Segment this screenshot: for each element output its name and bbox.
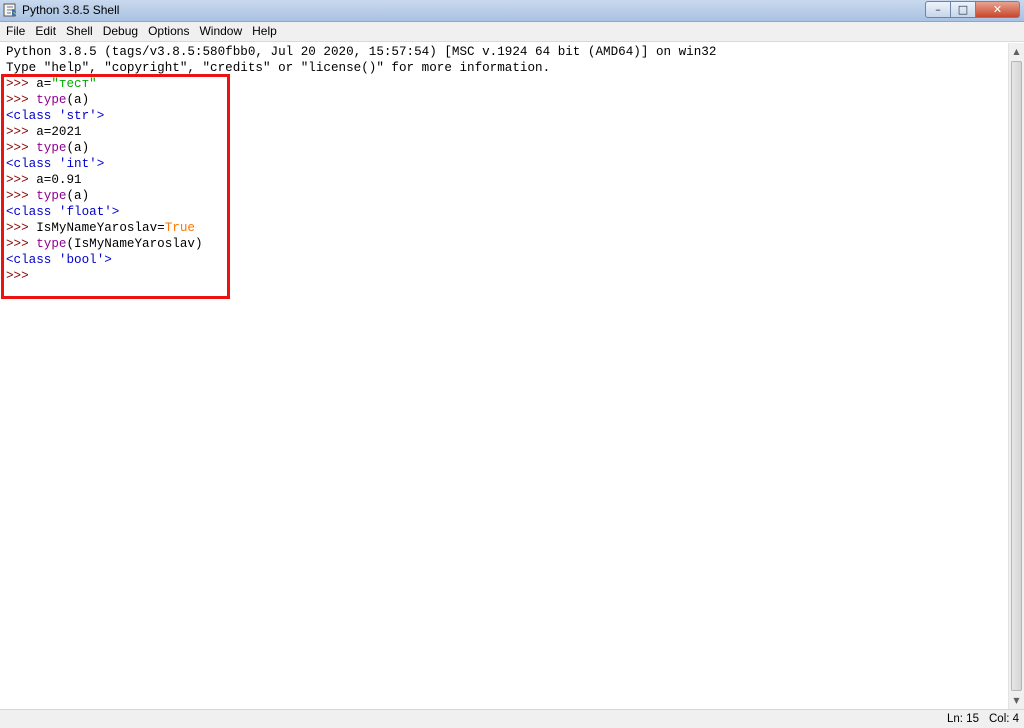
menu-file[interactable]: File xyxy=(0,22,30,41)
highlight-box xyxy=(1,74,230,299)
title-bar[interactable]: Python 3.8.5 Shell – □ ✕ xyxy=(0,0,1024,22)
menu-options[interactable]: Options xyxy=(143,22,194,41)
close-button[interactable]: ✕ xyxy=(976,1,1020,18)
banner-line: Python 3.8.5 (tags/v3.8.5:580fbb0, Jul 2… xyxy=(6,45,717,59)
status-col: Col: 4 xyxy=(989,713,1020,725)
menu-window[interactable]: Window xyxy=(194,22,247,41)
menu-edit[interactable]: Edit xyxy=(30,22,61,41)
python-idle-icon xyxy=(3,3,16,17)
arrow-up-icon[interactable]: ▲ xyxy=(1009,43,1024,60)
menu-bar: File Edit Shell Debug Options Window Hel… xyxy=(0,22,1024,42)
status-line: Ln: 15 xyxy=(947,713,979,725)
status-bar: Ln: 15 Col: 4 xyxy=(0,709,1024,728)
scrollbar-thumb[interactable] xyxy=(1011,61,1022,691)
menu-help[interactable]: Help xyxy=(247,22,282,41)
window-controls: – □ ✕ xyxy=(925,1,1020,18)
maximize-button[interactable]: □ xyxy=(951,1,976,18)
window-title: Python 3.8.5 Shell xyxy=(22,3,120,17)
menu-debug[interactable]: Debug xyxy=(98,22,143,41)
menu-shell[interactable]: Shell xyxy=(61,22,98,41)
arrow-down-icon[interactable]: ▼ xyxy=(1009,692,1024,709)
minimize-button[interactable]: – xyxy=(925,1,951,18)
vertical-scrollbar[interactable]: ▲ ▼ xyxy=(1008,43,1024,709)
